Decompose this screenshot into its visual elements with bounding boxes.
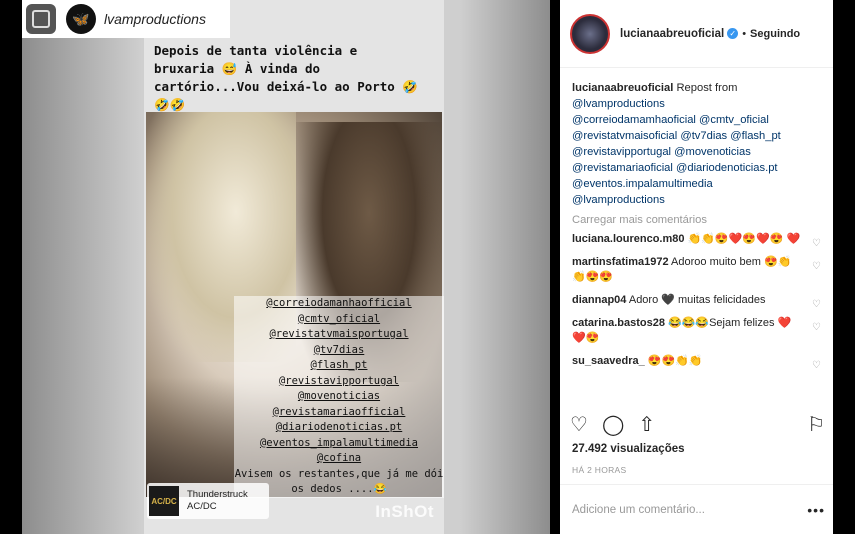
story-tag[interactable]: @movenoticias — [234, 389, 444, 405]
follow-button[interactable]: Seguindo — [750, 28, 800, 40]
comment-user[interactable]: su_saavedra_ — [572, 355, 645, 367]
bookmark-icon[interactable]: ⚐ — [807, 412, 825, 437]
blur-left — [22, 0, 142, 534]
comment: martinsfatima1972 Adoroo muito bem 😍👏👏😍😍… — [560, 251, 833, 289]
story-tag[interactable]: @revistamariaofficial — [234, 404, 444, 420]
heart-icon[interactable]: ♡ — [812, 259, 821, 274]
post-username[interactable]: lucianaabreuoficial — [620, 28, 724, 40]
story-frame[interactable]: Depois de tanta violência e bruxaria 😅 À… — [144, 0, 444, 534]
caption-username[interactable]: lucianaabreuoficial — [572, 82, 673, 94]
avatar[interactable] — [570, 13, 610, 54]
comment: su_saavedra_ 😍😍👏👏 ♡ — [560, 350, 833, 373]
story-tag[interactable]: @revistatvmaisportugal — [234, 327, 444, 343]
post-caption: lucianaabreuoficial Repost from @lvampro… — [560, 68, 833, 208]
butterfly-icon: 🦋 — [66, 4, 96, 34]
story-tag[interactable]: @correiodamanhaofficial — [234, 296, 444, 312]
caption-text: Repost from — [673, 82, 738, 94]
caption-mentions[interactable]: @correiodamamhaoficial @cmtv_oficial — [572, 112, 821, 128]
verified-icon: ✓ — [727, 28, 739, 39]
comment-icon[interactable]: ◯ — [602, 412, 624, 437]
music-sticker[interactable]: AC/DC Thunderstruck AC/DC — [147, 483, 269, 519]
post-header: lucianaabreuoficial ✓ • Seguindo — [560, 0, 833, 68]
story-tag[interactable]: @revistavipportugal — [234, 373, 444, 389]
heart-icon[interactable]: ♡ — [812, 320, 821, 335]
repost-header: 🦋 lvamproductions — [22, 0, 230, 38]
heart-icon[interactable]: ♡ — [812, 236, 821, 251]
story-tag[interactable]: @eventos_impalamultimedia — [234, 435, 444, 451]
post-date: HÁ 2 HORAS — [572, 465, 627, 475]
add-comment-bar: Adicione um comentário... ••• — [560, 484, 833, 534]
story-caption: Depois de tanta violência e bruxaria 😅 À… — [154, 43, 418, 112]
like-heart-icon[interactable]: ♡ — [570, 412, 588, 437]
more-options-icon[interactable]: ••• — [807, 502, 825, 518]
caption-mentions[interactable]: @revistavipportugal @movenoticias — [572, 144, 821, 160]
caption-mentions[interactable]: @revistamariaoficial @diariodenoticias.p… — [572, 160, 821, 176]
load-more-comments[interactable]: Carregar mais comentários — [560, 208, 833, 228]
story-tag[interactable]: @diariodenoticias.pt — [234, 420, 444, 436]
heart-icon[interactable]: ♡ — [812, 358, 821, 373]
story-tag[interactable]: @cmtv_oficial — [234, 311, 444, 327]
comment: diannap04 Adoro 🖤 muitas felicidades ♡ — [560, 289, 833, 312]
inshot-watermark: InShOt — [375, 502, 434, 521]
comment-text: 😍😍👏👏 — [644, 355, 703, 367]
story-media: Depois de tanta violência e bruxaria 😅 À… — [22, 0, 550, 534]
comment-user[interactable]: luciana.lourenco.m80 — [572, 233, 684, 245]
comment: catarina.bastos28 😂😂😂Sejam felizes ❤️❤️😍… — [560, 312, 833, 350]
post-panel: lucianaabreuoficial ✓ • Seguindo luciana… — [560, 0, 833, 534]
caption-mentions[interactable]: @eventos.impalamultimedia — [572, 176, 821, 192]
album-art: AC/DC — [149, 486, 179, 516]
comment: luciana.lourenco.m80 👏👏😍❤️😍❤️😍 ❤️ ♡ — [560, 228, 833, 251]
caption-mentions[interactable]: @lvamproductions — [572, 192, 821, 208]
separator-dot: • — [742, 27, 747, 40]
story-tag[interactable]: @flash_pt — [234, 358, 444, 374]
caption-mentions[interactable]: @lvamproductions — [572, 96, 821, 112]
comment-user[interactable]: martinsfatima1972 — [572, 256, 669, 268]
story-tags: @correiodamanhaofficial @cmtv_oficial @r… — [234, 296, 444, 498]
song-artist: AC/DC — [187, 501, 217, 512]
comment-user[interactable]: catarina.bastos28 — [572, 317, 665, 329]
post-actions: ♡ ◯ ⇧ ⚐ — [560, 408, 833, 440]
comment-text: 👏👏😍❤️😍❤️😍 ❤️ — [684, 233, 801, 245]
story-tag[interactable]: @cofina — [234, 451, 444, 467]
comment-user[interactable]: diannap04 — [572, 294, 626, 306]
share-icon[interactable]: ⇧ — [638, 412, 655, 437]
song-title: Thunderstruck — [187, 489, 248, 500]
caption-mentions[interactable]: @revistatvmaisoficial @tv7dias @flash_pt — [572, 128, 821, 144]
heart-icon[interactable]: ♡ — [812, 297, 821, 312]
story-tag[interactable]: @tv7dias — [234, 342, 444, 358]
view-count[interactable]: 27.492 visualizações — [572, 443, 685, 455]
comment-input[interactable]: Adicione um comentário... — [572, 504, 807, 516]
repost-account: lvamproductions — [104, 11, 206, 27]
repost-app-icon — [26, 4, 56, 34]
blur-right — [460, 0, 550, 534]
comment-text: Adoro 🖤 muitas felicidades — [626, 294, 766, 306]
